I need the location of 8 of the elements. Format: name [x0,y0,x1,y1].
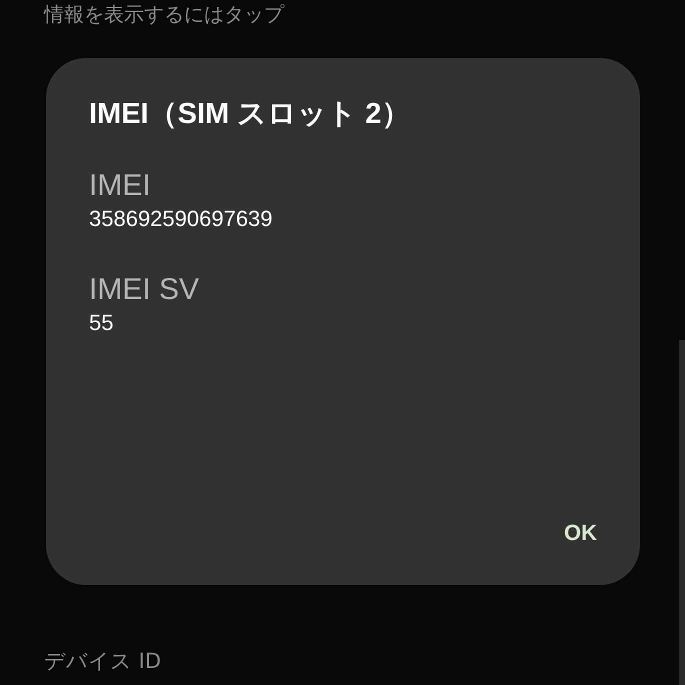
field-value: 55 [89,309,114,337]
field-label: IMEI [89,168,152,204]
dialog-title: IMEI（SIM スロット 2） [89,97,412,132]
setting-label: デバイス ID [44,648,162,675]
field-value: 358692590697639 [89,205,274,233]
field-label: IMEI SV [89,272,200,308]
ok-button[interactable]: OK [548,510,613,555]
hint-text: 情報を表示するにはタップ [44,1,286,28]
